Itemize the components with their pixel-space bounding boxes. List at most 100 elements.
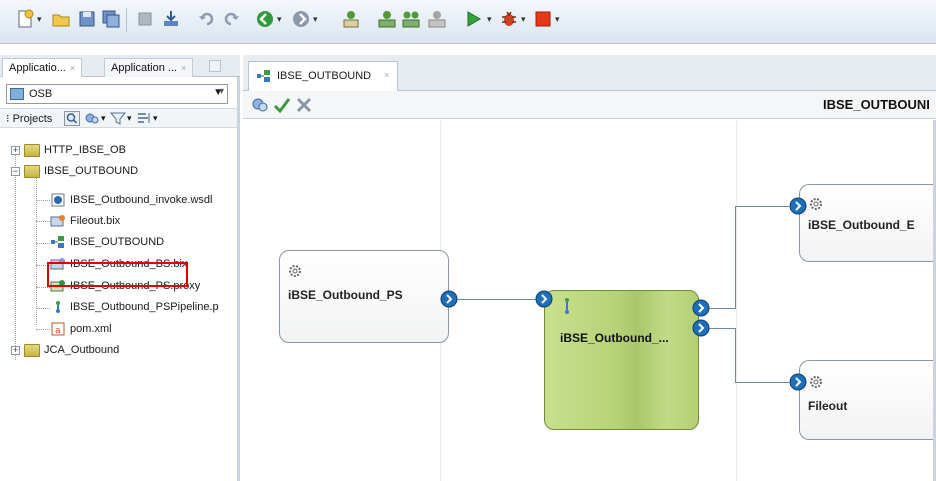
tree-item-pom-xml[interactable]: a pom.xml: [50, 319, 112, 339]
projects-header: ⁝ Projects ▾ ▾ ▾: [0, 108, 237, 128]
wire-pipeline-to-fileout: [709, 328, 735, 329]
new-dropdown-icon[interactable]: ▾: [37, 12, 42, 26]
debug-icon[interactable]: [498, 8, 520, 30]
forward-dropdown-icon[interactable]: ▾: [313, 12, 318, 26]
sort-dropdown-icon[interactable]: ▾: [153, 113, 158, 124]
tab-label: IBSE_OUTBOUND: [277, 70, 372, 82]
tree-item-fileout-bix[interactable]: Fileout.bix: [50, 211, 120, 231]
stop-icon[interactable]: [532, 8, 554, 30]
component-palette-icon[interactable]: [340, 8, 362, 30]
forward-icon[interactable]: [290, 8, 312, 30]
pipeline-component[interactable]: iBSE_Outbound_...: [544, 290, 699, 430]
pipeline-icon: [56, 301, 60, 313]
stop-dropdown-icon[interactable]: ▾: [555, 12, 560, 26]
editor-toolbar: IBSE_OUTBOUNI: [243, 91, 936, 119]
save-icon[interactable]: [76, 8, 98, 30]
port-icon[interactable]: [692, 299, 710, 317]
port-icon[interactable]: [789, 197, 807, 215]
wire-pipeline-to-bs: [735, 206, 736, 309]
delete-x-icon[interactable]: [295, 96, 313, 114]
tree-line: [36, 243, 50, 244]
close-icon[interactable]: ×: [181, 63, 186, 73]
download-icon[interactable]: [160, 8, 182, 30]
svg-text:a: a: [55, 326, 61, 336]
sort-icon[interactable]: [136, 111, 152, 126]
save-all-icon[interactable]: [100, 8, 122, 30]
component-name: Fileout: [808, 399, 848, 413]
expand-icon[interactable]: +: [11, 346, 20, 355]
application-icon: [10, 88, 24, 100]
project-folder-icon: [24, 164, 40, 178]
wire-pipeline-to-fileout: [735, 382, 789, 383]
tree-item-ibse-outbound-project[interactable]: IBSE_OUTBOUND: [24, 161, 138, 181]
fileout-component[interactable]: Fileout: [799, 360, 936, 440]
undo-disabled-icon[interactable]: [134, 8, 156, 30]
sync-icon[interactable]: [84, 111, 100, 126]
undeploy-icon[interactable]: [426, 8, 448, 30]
tab-application-resources-label: Application ...: [111, 62, 178, 74]
tab-applications[interactable]: Applicatio... ×: [2, 58, 83, 77]
redo-icon[interactable]: [220, 8, 242, 30]
tree-item-label: IBSE_OUTBOUND: [70, 236, 165, 248]
projects-label-text: Projects: [12, 113, 53, 125]
xml-file-icon: a: [51, 322, 65, 336]
validate-check-icon[interactable]: [273, 96, 291, 114]
undo-icon[interactable]: [196, 8, 218, 30]
tree-item-label: Fileout.bix: [70, 215, 121, 227]
component-name: iBSE_Outbound_E: [808, 218, 915, 232]
gear-icon: [810, 376, 822, 388]
port-icon[interactable]: [440, 290, 458, 308]
open-folder-icon[interactable]: [50, 8, 72, 30]
tab-application-resources[interactable]: Application ... ×: [104, 58, 194, 77]
tree-item-jca-outbound[interactable]: JCA_Outbound: [24, 340, 119, 360]
application-menu-icon[interactable]: ▾: [219, 86, 224, 97]
run-dropdown-icon[interactable]: ▾: [487, 12, 492, 26]
proxy-service-component[interactable]: iBSE_Outbound_PS: [279, 250, 449, 343]
application-select[interactable]: OSB ▼: [6, 84, 228, 104]
gear-icon: [289, 265, 301, 277]
composite-editor: IBSE_OUTBOUND × IBSE_OUTBOUNI iBSE_Outbo…: [243, 55, 936, 481]
back-dropdown-icon[interactable]: ▾: [277, 12, 282, 26]
back-icon[interactable]: [254, 8, 276, 30]
port-icon[interactable]: [789, 373, 807, 391]
tree-line: [36, 200, 50, 201]
tree-item-label: JCA_Outbound: [44, 344, 120, 356]
wire-proxy-to-pipeline: [449, 299, 541, 300]
composite-icon: [51, 236, 64, 248]
new-file-icon[interactable]: [14, 8, 36, 30]
tree-line: [36, 287, 50, 288]
refresh-icon[interactable]: [251, 96, 269, 114]
pipeline-icon: [565, 298, 569, 314]
search-icon[interactable]: [64, 111, 80, 126]
highlight-box: [47, 262, 188, 287]
component-name: iBSE_Outbound_...: [560, 331, 669, 345]
tree-line: [36, 221, 50, 222]
toolbar-separator: [126, 8, 127, 32]
port-icon[interactable]: [535, 290, 553, 308]
port-icon[interactable]: [692, 319, 710, 337]
business-service-component[interactable]: iBSE_Outbound_E: [799, 184, 936, 262]
projects-label: ⁝ Projects: [6, 113, 53, 125]
tree-item-label: IBSE_OUTBOUND: [44, 165, 139, 177]
collapse-icon[interactable]: −: [11, 167, 20, 176]
close-icon[interactable]: ×: [70, 63, 75, 73]
expand-icon[interactable]: +: [11, 146, 20, 155]
tree-item-label: IBSE_Outbound_PSPipeline.p: [70, 301, 219, 313]
sync-dropdown-icon[interactable]: ▾: [101, 113, 106, 124]
tree-item-http-ibse-ob[interactable]: HTTP_IBSE_OB: [24, 140, 126, 160]
design-canvas[interactable]: iBSE_Outbound_PS iBSE_Outbound_... iBSE_…: [243, 120, 936, 481]
debug-dropdown-icon[interactable]: ▾: [521, 12, 526, 26]
run-icon[interactable]: [462, 8, 484, 30]
tree-item-pipeline-file[interactable]: IBSE_Outbound_PSPipeline.p: [50, 297, 219, 317]
deploy-icon[interactable]: [376, 8, 398, 30]
minimize-pane-icon[interactable]: [209, 60, 221, 72]
tree-item-ibse-outbound-pipeline[interactable]: IBSE_OUTBOUND: [50, 232, 164, 252]
gear-icon: [810, 198, 822, 210]
tree-item-wsdl[interactable]: IBSE_Outbound_invoke.wsdl: [50, 190, 212, 210]
filter-dropdown-icon[interactable]: ▾: [127, 113, 132, 124]
close-icon[interactable]: ×: [384, 70, 389, 80]
wsdl-file-icon: [51, 193, 65, 207]
deploy-all-icon[interactable]: [400, 8, 422, 30]
filter-icon[interactable]: [110, 111, 126, 126]
tab-ibse-outbound[interactable]: IBSE_OUTBOUND ×: [248, 61, 398, 91]
